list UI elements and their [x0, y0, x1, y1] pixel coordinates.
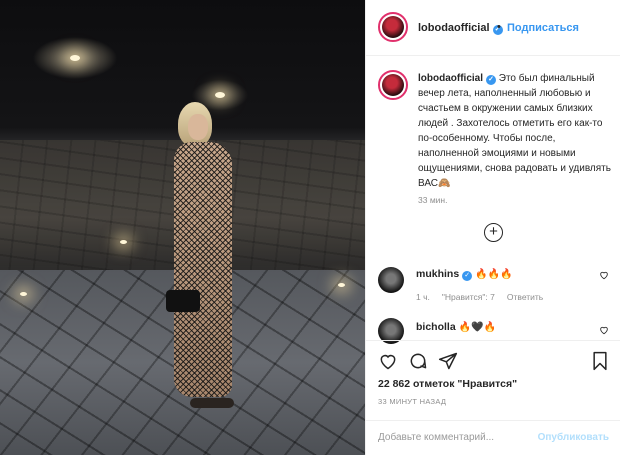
heart-icon[interactable] — [378, 351, 398, 371]
caption-body: Это был финальный вечер лета, наполненны… — [418, 73, 611, 189]
avatar[interactable] — [378, 12, 408, 42]
comment-item: bicholla 🔥🖤🔥 — [366, 315, 620, 344]
comment-age: 1 ч. — [416, 292, 430, 302]
light-spot — [215, 92, 225, 98]
avatar[interactable] — [378, 267, 404, 293]
bookmark-icon[interactable] — [590, 351, 610, 371]
mesh-dress — [174, 142, 232, 397]
comment-text: 🔥🔥🔥 — [475, 269, 513, 280]
username-link[interactable]: lobodaofficial ✓ — [418, 22, 503, 35]
face — [188, 114, 208, 140]
see-no-evil-monkey-icon: 🙈 — [438, 178, 451, 189]
avatar[interactable] — [378, 70, 408, 100]
post-sidebar: lobodaofficial ✓ • Подписаться lobodaoffi… — [365, 0, 620, 455]
comment-form: Добавьте комментарий... Опубликовать — [366, 420, 620, 455]
post-photo[interactable] — [0, 0, 365, 455]
shoes — [190, 398, 234, 408]
post-header: lobodaofficial ✓ • Подписаться — [366, 0, 620, 56]
comment-username[interactable]: mukhins — [416, 268, 459, 280]
share-icon[interactable] — [438, 351, 458, 371]
comment-meta: 1 ч. "Нравится": 7 Ответить — [416, 292, 555, 302]
heart-icon[interactable] — [599, 325, 609, 338]
follow-button[interactable]: Подписаться — [507, 22, 579, 34]
verified-badge-icon: ✓ — [486, 75, 496, 85]
username-text: lobodaofficial — [418, 22, 490, 34]
light-spot — [338, 283, 345, 287]
caption-time: 33 мин. — [418, 195, 448, 205]
comment-line: mukhins ✓ 🔥🔥🔥 — [416, 268, 512, 281]
verified-badge-icon: ✓ — [462, 271, 473, 281]
post-age[interactable]: 33 МИНУТ НАЗАД — [378, 397, 446, 406]
light-spot — [120, 240, 127, 244]
caption-text: lobodaofficial ✓ Это был финальный вечер … — [418, 71, 613, 191]
reply-button[interactable]: Ответить — [507, 292, 543, 302]
heart-icon[interactable] — [599, 270, 609, 283]
plus-circle-icon[interactable]: + — [484, 223, 503, 242]
comment-icon[interactable] — [408, 351, 428, 371]
comment-username[interactable]: bicholla — [416, 321, 456, 333]
comment-text: 🔥🖤🔥 — [458, 322, 496, 333]
comment-item: mukhins ✓ 🔥🔥🔥 1 ч. "Нравится": 7 Ответить — [366, 262, 620, 312]
light-spot — [70, 55, 80, 61]
likes-count[interactable]: 22 862 отметок "Нравится" — [378, 378, 517, 390]
comment-likes-link[interactable]: "Нравится": 7 — [442, 292, 495, 302]
comment-input[interactable]: Добавьте комментарий... — [378, 432, 494, 443]
separator-dot: • — [497, 21, 501, 33]
woman-figure — [166, 100, 248, 415]
action-bar — [366, 340, 620, 378]
comment-line: bicholla 🔥🖤🔥 — [416, 321, 496, 333]
caption-username[interactable]: lobodaofficial ✓ — [418, 73, 496, 85]
light-spot — [20, 292, 27, 296]
handbag — [166, 290, 200, 312]
publish-button[interactable]: Опубликовать — [538, 432, 609, 443]
